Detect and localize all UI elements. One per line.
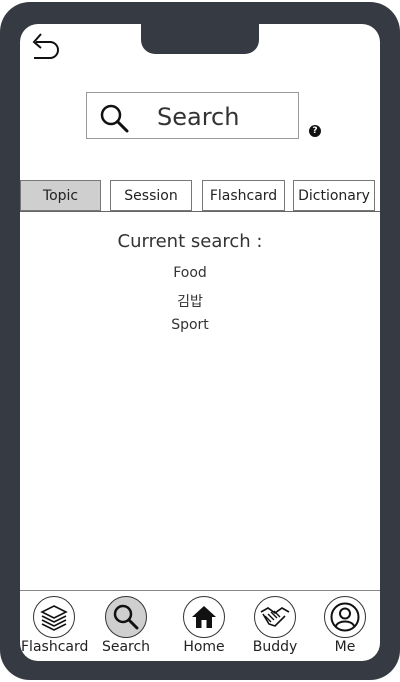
back-button[interactable] <box>28 28 62 62</box>
nav-label: Home <box>183 639 225 655</box>
tab-session[interactable]: Session <box>110 180 192 211</box>
search-input[interactable]: Search <box>86 92 299 139</box>
nav-divider <box>20 590 380 591</box>
search-placeholder: Search <box>157 103 240 131</box>
nav-flashcard[interactable]: Flashcard <box>21 596 89 655</box>
search-icon <box>100 104 129 133</box>
tab-topic[interactable]: Topic <box>20 180 101 211</box>
tab-flashcard[interactable]: Flashcard <box>202 180 285 211</box>
user-icon <box>324 596 366 638</box>
search-icon <box>105 596 147 638</box>
nav-buddy[interactable]: Buddy <box>242 596 308 655</box>
search-history-item[interactable]: 김밥 <box>20 291 360 311</box>
nav-search[interactable]: Search <box>93 596 159 655</box>
layers-icon <box>33 596 75 638</box>
current-search-heading: Current search : <box>117 231 263 252</box>
notch <box>141 2 259 54</box>
nav-label: Search <box>101 639 151 655</box>
home-icon <box>183 596 225 638</box>
back-arrow-icon <box>32 33 59 59</box>
help-icon[interactable]: ? <box>309 125 321 137</box>
handshake-icon <box>254 596 296 638</box>
tab-dictionary[interactable]: Dictionary <box>293 180 375 211</box>
search-history-item[interactable]: Food <box>20 265 360 281</box>
nav-label: Buddy <box>252 639 298 655</box>
nav-label: Flashcard <box>21 639 89 655</box>
nav-home[interactable]: Home <box>171 596 237 655</box>
tab-divider <box>20 211 380 212</box>
nav-label: Me <box>334 639 356 655</box>
nav-me[interactable]: Me <box>312 596 378 655</box>
search-history-item[interactable]: Sport <box>20 317 360 333</box>
